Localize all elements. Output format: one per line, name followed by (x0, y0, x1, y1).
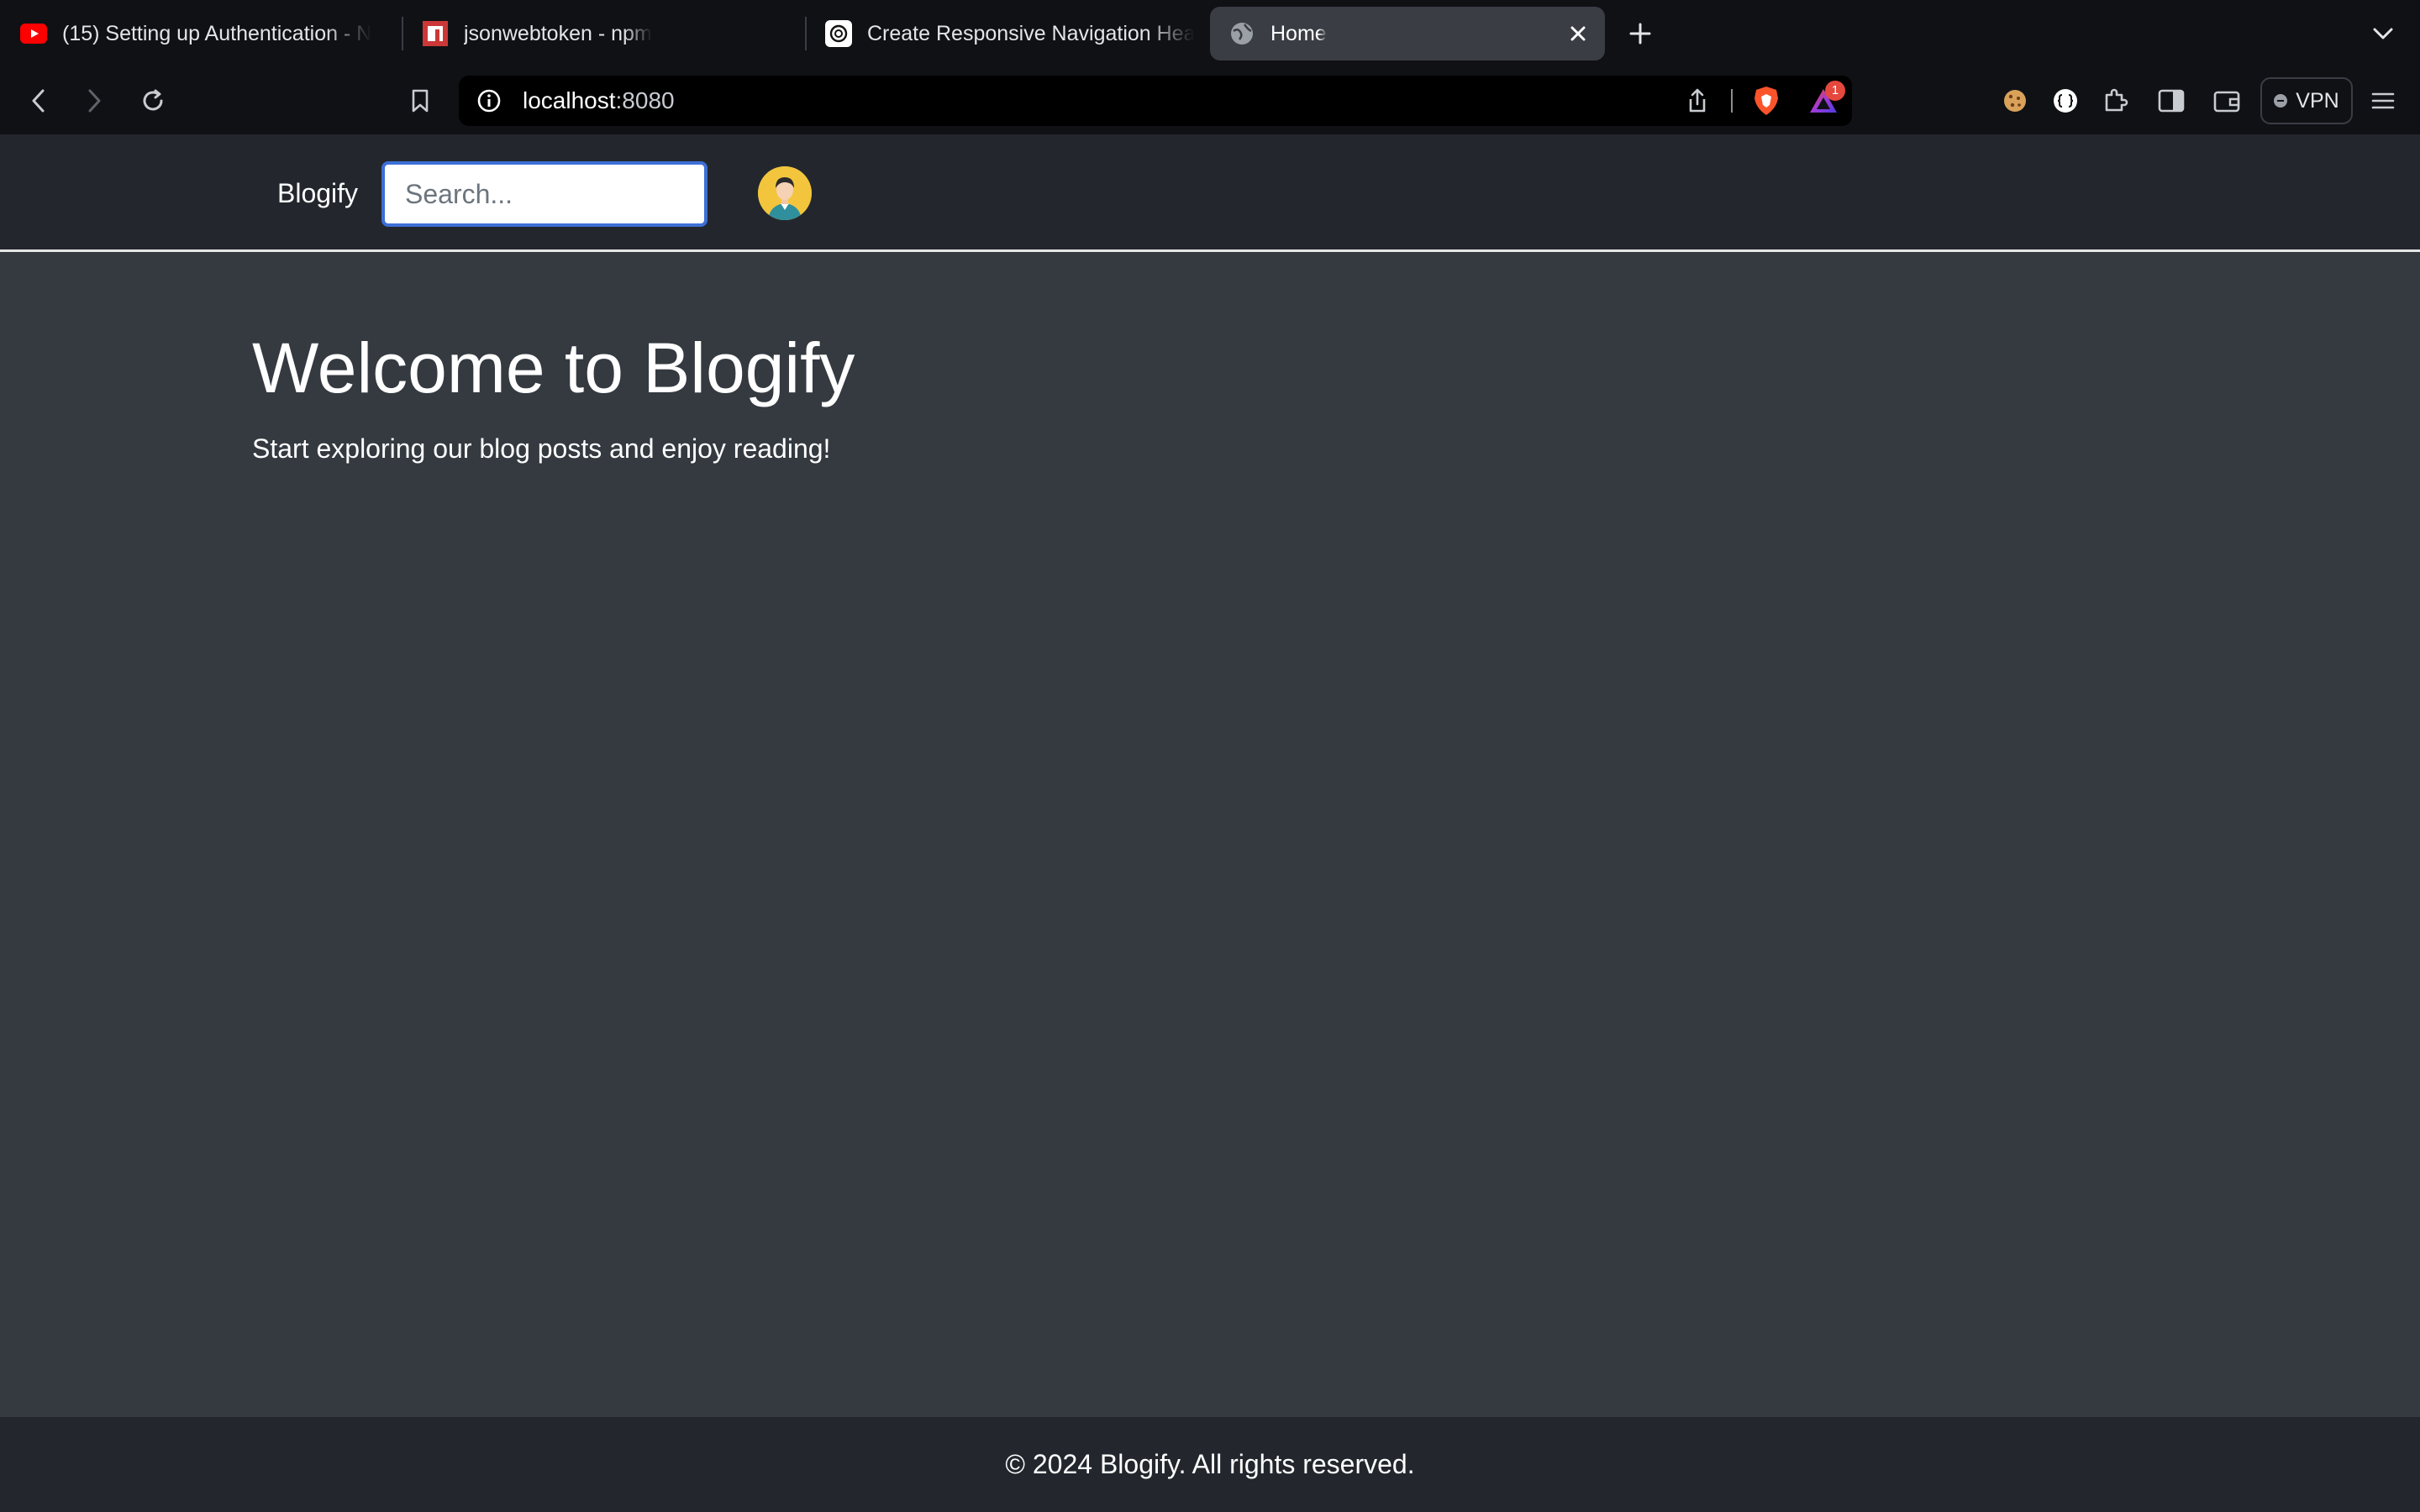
tab-divider (402, 17, 403, 50)
back-icon[interactable] (20, 82, 57, 119)
avatar[interactable] (758, 166, 812, 220)
chatgpt-icon (825, 20, 852, 47)
close-tab-icon[interactable] (1563, 18, 1593, 49)
cookie-extension-icon[interactable] (1996, 82, 2033, 119)
page-content: Blogify Welcome to Blogify Start explori… (0, 134, 2420, 1512)
search-input[interactable] (381, 161, 708, 227)
youtube-icon (20, 20, 47, 47)
page-title: Welcome to Blogify (252, 328, 855, 407)
brave-shields-icon[interactable] (1748, 82, 1785, 119)
tab-strip: (15) Setting up Authentication - N jsonw… (0, 0, 2420, 67)
browser-toolbar: localhost:8080 1 VPN (0, 67, 2420, 134)
sidebar-icon[interactable] (2153, 82, 2190, 119)
forward-icon[interactable] (76, 82, 113, 119)
vpn-status-icon (2274, 94, 2288, 108)
footer-copyright: © 2024 Blogify. All rights reserved. (1005, 1449, 1415, 1479)
vpn-label: VPN (2296, 88, 2339, 113)
chevron-down-icon[interactable] (2366, 17, 2400, 50)
address-bar[interactable]: localhost:8080 1 (459, 76, 1852, 126)
url-text: localhost:8080 (523, 76, 675, 126)
npm-icon (422, 20, 449, 47)
wallet-icon[interactable] (2208, 82, 2245, 119)
tab-title: Home (1270, 21, 1327, 45)
vpn-button[interactable]: VPN (2260, 77, 2353, 124)
tab-home[interactable]: Home (1210, 7, 1605, 60)
bookmark-icon[interactable] (402, 82, 439, 119)
tab-title: jsonwebtoken - npm (464, 21, 652, 45)
rewards-badge: 1 (1825, 81, 1845, 101)
page-subtitle: Start exploring our blog posts and enjoy… (252, 433, 831, 464)
new-tab-icon[interactable] (1623, 17, 1657, 50)
info-icon[interactable] (472, 84, 506, 118)
menu-icon[interactable] (2365, 82, 2402, 119)
tab-npm[interactable]: jsonwebtoken - npm (422, 7, 783, 60)
tab-title: (15) Setting up Authentication - N (62, 21, 372, 45)
site-header: Blogify (0, 134, 2420, 252)
json-extension-icon[interactable] (2047, 82, 2084, 119)
tab-youtube[interactable]: (15) Setting up Authentication - N (20, 7, 387, 60)
tab-divider (805, 17, 807, 50)
site-footer: © 2024 Blogify. All rights reserved. (0, 1417, 2420, 1512)
tab-chatgpt[interactable]: Create Responsive Navigation Hea (825, 7, 1195, 60)
url-port: :8080 (615, 87, 675, 113)
reload-icon[interactable] (134, 82, 171, 119)
share-icon[interactable] (1681, 84, 1714, 118)
url-host: localhost (523, 87, 616, 113)
globe-icon (1228, 20, 1255, 47)
brave-rewards-icon[interactable]: 1 (1805, 81, 1845, 119)
tab-title: Create Responsive Navigation Hea (867, 21, 1195, 45)
user-avatar-icon (758, 166, 812, 220)
brand-logo[interactable]: Blogify (277, 134, 358, 252)
extensions-icon[interactable] (2097, 82, 2134, 119)
omnibox-divider (1731, 89, 1733, 113)
